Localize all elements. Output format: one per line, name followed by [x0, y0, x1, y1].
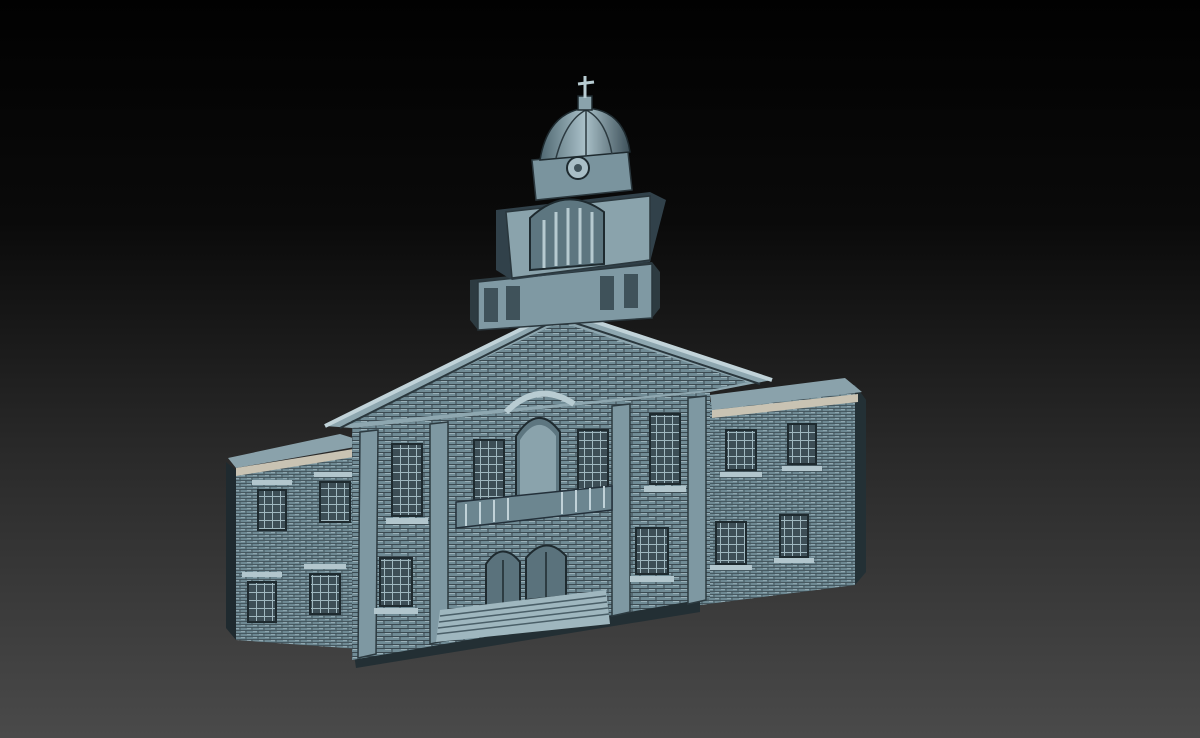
building-model [226, 76, 866, 668]
3d-viewport[interactable] [0, 0, 1200, 738]
left-wing [226, 434, 372, 650]
central-block [324, 307, 773, 660]
tower [470, 76, 666, 331]
right-wing [700, 378, 866, 605]
